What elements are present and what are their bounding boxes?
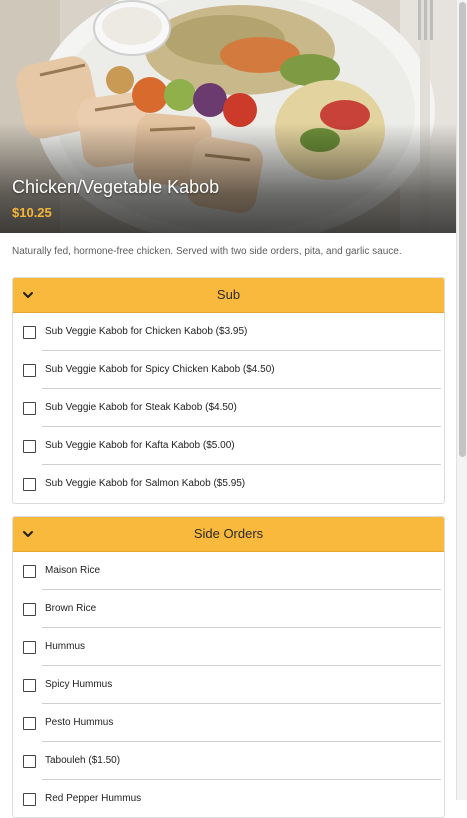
item-price: $10.25 [12, 205, 52, 220]
option-group-side-orders: Side Orders Maison Rice Brown Rice Hummu… [12, 516, 445, 818]
option-label: Brown Rice [45, 603, 97, 614]
checkbox-icon[interactable] [23, 641, 36, 654]
checkbox-icon[interactable] [23, 478, 36, 491]
option-row[interactable]: Brown Rice [13, 590, 444, 628]
item-photo: Chicken/Vegetable Kabob $10.25 [0, 0, 457, 233]
option-label: Maison Rice [45, 565, 101, 576]
scrollbar-thumb[interactable] [459, 2, 466, 457]
option-row[interactable]: Sub Veggie Kabob for Spicy Chicken Kabob… [13, 351, 444, 389]
checkbox-icon[interactable] [23, 603, 36, 616]
option-label: Spicy Hummus [45, 679, 113, 690]
option-label: Tabouleh ($1.50) [45, 755, 121, 766]
option-group-sub: Sub Sub Veggie Kabob for Chicken Kabob (… [12, 277, 445, 504]
checkbox-icon[interactable] [23, 755, 36, 768]
option-row[interactable]: Sub Veggie Kabob for Chicken Kabob ($3.9… [13, 313, 444, 351]
option-group-header-side-orders[interactable]: Side Orders [13, 517, 444, 552]
option-row[interactable]: Spicy Hummus [13, 666, 444, 704]
checkbox-icon[interactable] [23, 440, 36, 453]
option-row[interactable]: Hummus [13, 628, 444, 666]
option-label: Pesto Hummus [45, 717, 114, 728]
option-label: Sub Veggie Kabob for Spicy Chicken Kabob… [45, 364, 275, 375]
option-row[interactable]: Sub Veggie Kabob for Salmon Kabob ($5.95… [13, 465, 444, 503]
checkbox-icon[interactable] [23, 679, 36, 692]
option-label: Sub Veggie Kabob for Chicken Kabob ($3.9… [45, 326, 248, 337]
option-group-title: Sub [216, 287, 241, 302]
checkbox-icon[interactable] [23, 717, 36, 730]
option-label: Sub Veggie Kabob for Kafta Kabob ($5.00) [45, 440, 235, 451]
option-group-title: Side Orders [193, 526, 264, 541]
option-group-header-sub[interactable]: Sub [13, 278, 444, 313]
option-label: Hummus [45, 641, 86, 652]
option-row[interactable]: Red Pepper Hummus [13, 780, 444, 817]
scrollbar[interactable] [456, 0, 467, 800]
option-row[interactable]: Maison Rice [13, 552, 444, 590]
option-row[interactable]: Pesto Hummus [13, 704, 444, 742]
option-label: Sub Veggie Kabob for Salmon Kabob ($5.95… [45, 478, 246, 489]
checkbox-icon[interactable] [23, 364, 36, 377]
option-label: Red Pepper Hummus [45, 793, 142, 804]
option-row[interactable]: Sub Veggie Kabob for Kafta Kabob ($5.00) [13, 427, 444, 465]
option-row[interactable]: Sub Veggie Kabob for Steak Kabob ($4.50) [13, 389, 444, 427]
option-label: Sub Veggie Kabob for Steak Kabob ($4.50) [45, 402, 237, 413]
checkbox-icon[interactable] [23, 326, 36, 339]
item-title: Chicken/Vegetable Kabob [12, 177, 220, 197]
checkbox-icon[interactable] [23, 565, 36, 578]
option-row[interactable]: Tabouleh ($1.50) [13, 742, 444, 780]
checkbox-icon[interactable] [23, 402, 36, 415]
item-description: Naturally fed, hormone-free chicken. Ser… [12, 246, 402, 257]
